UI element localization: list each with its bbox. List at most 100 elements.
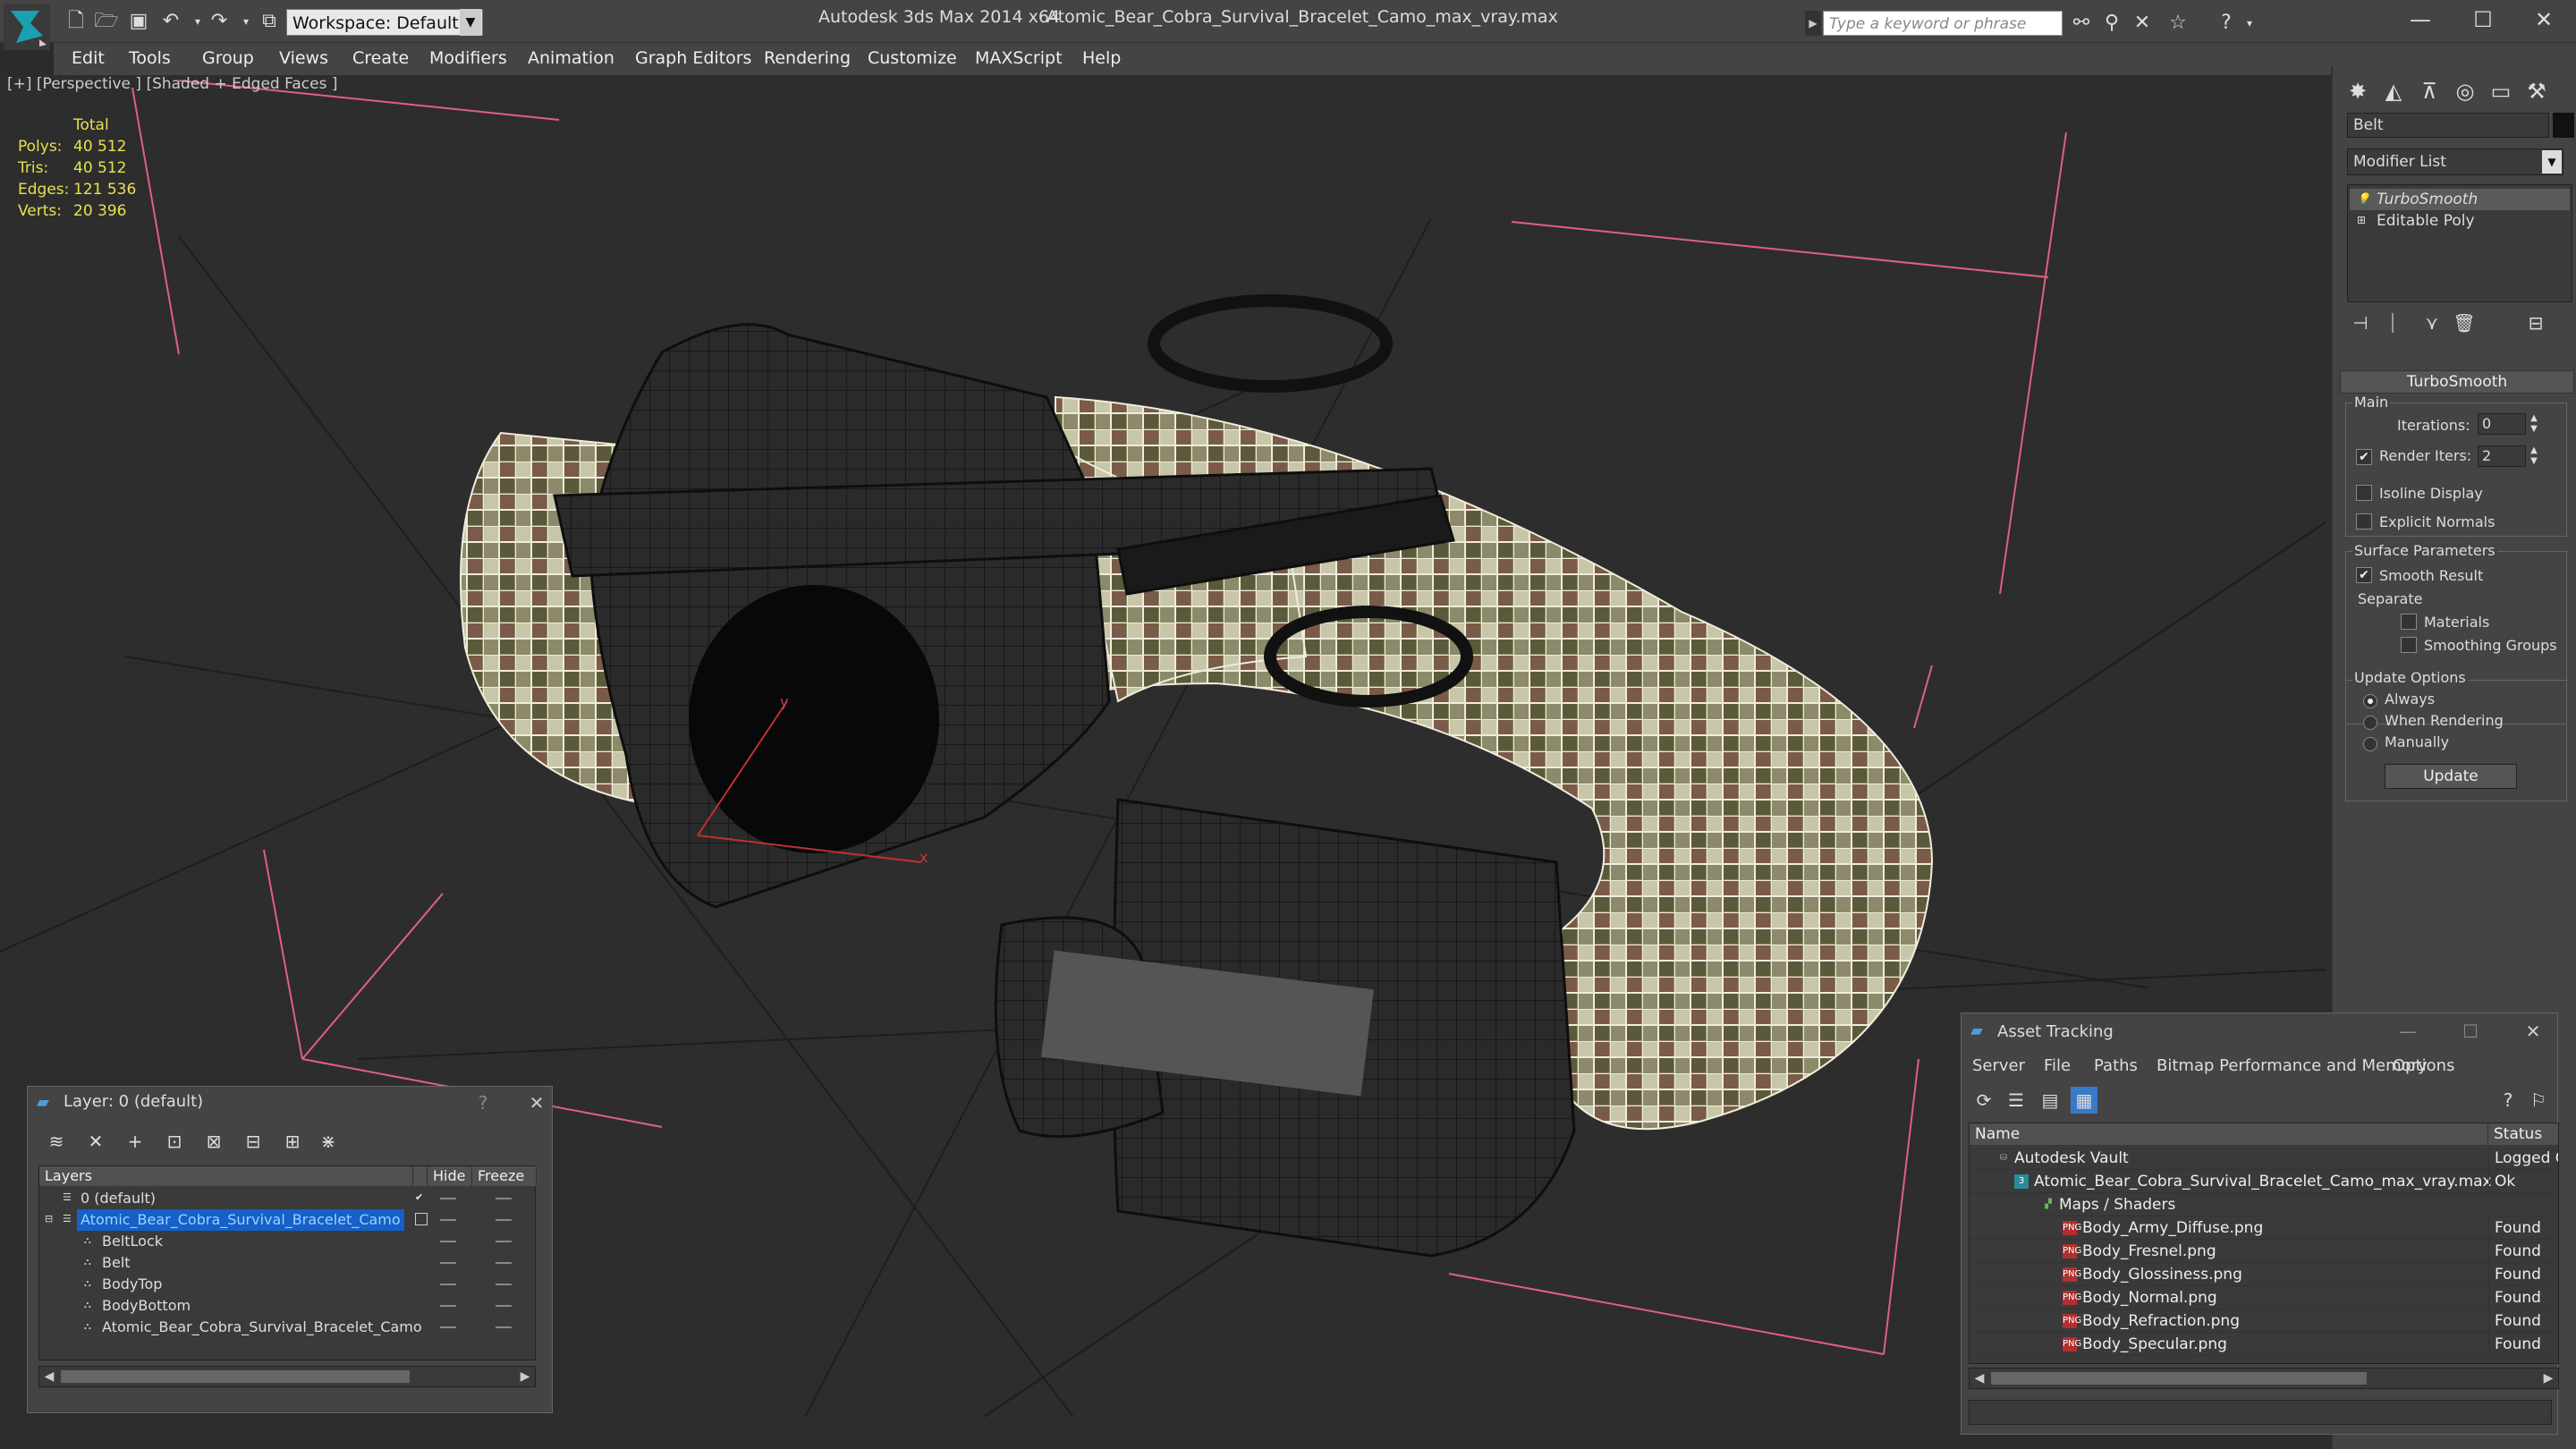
highlight-layer-icon[interactable]: ⊟ [239, 1128, 267, 1155]
iterations-spinner-arrows[interactable]: ▲ ▼ [2528, 413, 2540, 435]
scroll-thumb[interactable] [1991, 1372, 2367, 1385]
scroll-right-icon[interactable]: ▶ [517, 1368, 533, 1385]
render-iters-spinner-arrows[interactable]: ▲ ▼ [2528, 445, 2540, 467]
list-view-icon[interactable]: ☰ [2003, 1087, 2029, 1114]
smooth-result-checkbox[interactable]: ✔ [2356, 567, 2372, 583]
smoothing-groups-checkbox[interactable] [2401, 637, 2417, 653]
asset-row[interactable]: ⛁ Autodesk Vault Logged O [1970, 1147, 2558, 1170]
asset-row[interactable]: PNG Body_Specular.png Found [1970, 1333, 2558, 1356]
freeze-toggle[interactable] [496, 1284, 512, 1285]
asset-whats-this-icon[interactable]: ⚐ [2525, 1087, 2552, 1114]
scroll-left-icon[interactable]: ◀ [41, 1368, 57, 1385]
freeze-toggle[interactable] [496, 1198, 512, 1199]
update-always-radio[interactable] [2363, 694, 2377, 708]
hide-toggle[interactable] [440, 1219, 456, 1221]
update-button[interactable]: Update [2385, 764, 2517, 789]
layer-row[interactable]: ⊟ ☰ Atomic_Bear_Cobra_Survival_Bracelet_… [39, 1209, 537, 1231]
layer-dialog-close-icon[interactable]: ✕ [523, 1090, 550, 1115]
freeze-all-layers-icon[interactable]: ⋇ [314, 1128, 343, 1155]
select-layer-icon[interactable]: ⊠ [199, 1128, 228, 1155]
asset-row[interactable]: PNG Body_Army_Diffuse.png Found [1970, 1216, 2558, 1240]
close-icon[interactable]: ✕ [2517, 4, 2571, 36]
maximize-icon[interactable]: ☐ [2456, 4, 2510, 36]
asset-row[interactable]: PNG Body_Glossiness.png Found [1970, 1263, 2558, 1286]
refresh-icon[interactable]: ⟳ [1970, 1087, 1997, 1114]
asset-row[interactable]: PNG Body_Refraction.png Found [1970, 1309, 2558, 1333]
col-name[interactable]: Name [1970, 1123, 2488, 1145]
asset-row[interactable]: PNG Body_Normal.png Found [1970, 1286, 2558, 1309]
viewport-label[interactable]: [+] [Perspective ] [Shaded + Edged Faces… [7, 75, 337, 93]
asset-maximize-icon[interactable]: ☐ [2457, 1019, 2484, 1044]
menu-maxscript[interactable]: MAXScript [975, 48, 1063, 68]
menu-create[interactable]: Create [352, 48, 409, 68]
freeze-toggle[interactable] [496, 1262, 512, 1264]
subscription-icon[interactable]: ⚲ [2098, 11, 2125, 36]
asset-help-icon[interactable]: ? [2495, 1087, 2521, 1114]
menu-group[interactable]: Group [202, 48, 254, 68]
render-iters-checkbox[interactable]: ✔ [2356, 449, 2372, 465]
minimize-icon[interactable]: — [2394, 4, 2447, 36]
freeze-toggle[interactable] [496, 1241, 512, 1242]
update-manually-radio[interactable] [2363, 737, 2377, 751]
hide-toggle[interactable] [440, 1305, 456, 1307]
redo-icon[interactable]: ↷ [206, 9, 233, 34]
hide-toggle[interactable] [440, 1262, 456, 1264]
collapse-icon[interactable]: ⊟ [45, 1213, 57, 1225]
hide-all-layers-icon[interactable]: ⊞ [278, 1128, 307, 1155]
stack-item-turbosmooth[interactable]: 💡 TurboSmooth [2350, 189, 2570, 210]
menu-views[interactable]: Views [279, 48, 328, 68]
freeze-toggle[interactable] [496, 1305, 512, 1307]
hide-toggle[interactable] [440, 1284, 456, 1285]
open-file-icon[interactable]: 🗁 [93, 9, 120, 34]
asset-menu-bitmap-performance[interactable]: Bitmap Performance and Memory [2157, 1056, 2428, 1075]
workspace-select[interactable]: Workspace: Default [286, 9, 483, 36]
asset-row[interactable]: 3 Atomic_Bear_Cobra_Survival_Bracelet_Ca… [1970, 1170, 2558, 1193]
layer-row[interactable]: ⛬ BeltLock [39, 1231, 537, 1252]
layer-row[interactable]: ⛬ BodyTop [39, 1274, 537, 1295]
menu-modifiers[interactable]: Modifiers [429, 48, 507, 68]
menu-animation[interactable]: Animation [528, 48, 614, 68]
favorites-star-icon[interactable]: ☆ [2165, 11, 2191, 36]
scroll-thumb[interactable] [61, 1370, 410, 1383]
object-name-field[interactable]: Belt [2347, 113, 2549, 138]
project-folder-icon[interactable]: ⧉ [256, 9, 283, 34]
menu-edit[interactable]: Edit [72, 48, 105, 68]
lightbulb-icon[interactable]: 💡 [2357, 192, 2370, 205]
delete-layer-icon[interactable]: ✕ [81, 1128, 110, 1155]
save-file-icon[interactable]: ▣ [125, 9, 152, 34]
explicit-normals-checkbox[interactable] [2356, 513, 2372, 530]
display-tab-icon[interactable]: ▭ [2485, 75, 2517, 107]
create-tab-icon[interactable]: ✸ [2342, 75, 2374, 107]
app-logo-icon[interactable] [4, 4, 50, 50]
table-view-icon[interactable]: ▦ [2071, 1087, 2097, 1114]
layer-dialog-titlebar[interactable]: ▰ Layer: 0 (default) ? ✕ [28, 1087, 552, 1119]
detail-view-icon[interactable]: ▤ [2037, 1087, 2063, 1114]
layer-row[interactable]: ⛬ BodyBottom [39, 1295, 537, 1317]
iterations-spinner[interactable]: 0 [2478, 413, 2526, 435]
turbosmooth-rollout-title[interactable]: TurboSmooth [2340, 370, 2574, 394]
layer-row[interactable]: ☰ 0 (default) ✔ [39, 1188, 537, 1209]
workspace-dropdown-icon[interactable]: ▼ [460, 9, 481, 36]
expand-plus-icon[interactable]: ⊞ [2357, 214, 2369, 226]
asset-minimize-icon[interactable]: — [2394, 1019, 2421, 1044]
materials-checkbox[interactable] [2401, 614, 2417, 630]
asset-menu-options[interactable]: Options [2393, 1056, 2454, 1075]
asset-horizontal-scrollbar[interactable]: ◀ ▶ [1969, 1368, 2559, 1389]
menu-help[interactable]: Help [1082, 48, 1121, 68]
chevron-down-icon[interactable]: ▼ [2542, 150, 2562, 174]
layer-horizontal-scrollbar[interactable]: ◀ ▶ [38, 1366, 536, 1387]
menu-graph-editors[interactable]: Graph Editors [635, 48, 751, 68]
new-file-icon[interactable]: 🗋 [63, 9, 89, 34]
asset-dialog-titlebar[interactable]: ▰ Asset Tracking — ☐ ✕ [1962, 1013, 2557, 1049]
layer-row[interactable]: ⛬ Belt [39, 1252, 537, 1274]
hide-toggle[interactable] [440, 1198, 456, 1199]
motion-tab-icon[interactable]: ◎ [2449, 75, 2481, 107]
freeze-toggle[interactable] [496, 1326, 512, 1328]
scroll-left-icon[interactable]: ◀ [1971, 1370, 1987, 1386]
layer-row[interactable]: ⛬ Atomic_Bear_Cobra_Survival_Bracelet_Ca… [39, 1317, 537, 1338]
asset-row[interactable]: PNG Body_Fresnel.png Found [1970, 1240, 2558, 1263]
col-hide[interactable]: Hide [428, 1166, 472, 1186]
hierarchy-tab-icon[interactable]: ⊼ [2413, 75, 2445, 107]
search-expand-icon[interactable]: ▶ [1805, 11, 1821, 36]
communication-center-icon[interactable]: ✕ [2129, 11, 2156, 36]
